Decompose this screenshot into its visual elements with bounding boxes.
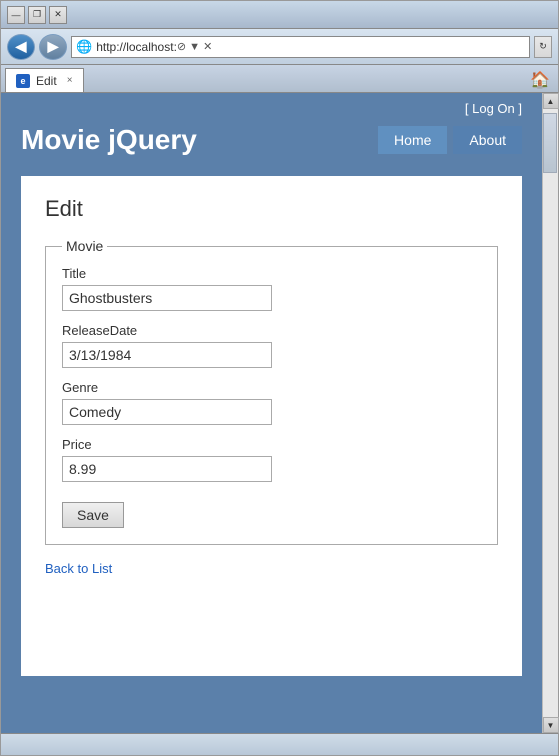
title-input[interactable]: [62, 285, 272, 311]
back-button[interactable]: ◀: [7, 34, 35, 60]
active-tab[interactable]: e Edit ×: [5, 68, 84, 92]
nav-home-button[interactable]: Home: [378, 126, 447, 154]
home-button[interactable]: 🏠: [526, 68, 554, 92]
nav-links: Home About: [378, 126, 522, 154]
title-group: Title: [62, 266, 481, 311]
favicon-letter: e: [20, 76, 25, 86]
scroll-up-button[interactable]: ▲: [543, 93, 559, 109]
price-input[interactable]: [62, 456, 272, 482]
scroll-track[interactable]: [543, 109, 558, 717]
minimize-button[interactable]: —: [7, 6, 25, 24]
scroll-thumb[interactable]: [543, 113, 557, 173]
site-header: Movie jQuery Home About: [1, 120, 542, 164]
site-title: Movie jQuery: [21, 124, 197, 156]
release-date-label: ReleaseDate: [62, 323, 481, 338]
tab-label: Edit: [36, 74, 57, 88]
title-bar-left: — ❐ ✕: [7, 6, 67, 24]
address-bar-input-wrap: 🌐 http://localhost: ⊘ ▼ ✕: [71, 36, 530, 58]
address-text-extra: ⊘ ▼ ✕: [177, 40, 212, 53]
page-header: [ Log On ]: [1, 93, 542, 120]
genre-label: Genre: [62, 380, 481, 395]
genre-group: Genre: [62, 380, 481, 425]
nav-about-button[interactable]: About: [453, 126, 522, 154]
save-button[interactable]: Save: [62, 502, 124, 528]
status-bar: [1, 733, 558, 755]
fieldset-legend: Movie: [62, 238, 107, 254]
scrollbar: ▲ ▼: [542, 93, 558, 733]
tab-bar: e Edit × 🏠: [1, 65, 558, 93]
price-group: Price: [62, 437, 481, 482]
browser-content-area: [ Log On ] Movie jQuery Home About: [1, 93, 558, 733]
address-favicon: 🌐: [76, 39, 92, 55]
title-label: Title: [62, 266, 481, 281]
address-bar: ◀ ▶ 🌐 http://localhost: ⊘ ▼ ✕ ↻: [1, 29, 558, 65]
browser-window: — ❐ ✕ ◀ ▶ 🌐 http://localhost: ⊘ ▼ ✕ ↻ e …: [0, 0, 559, 756]
log-on-link[interactable]: [ Log On ]: [465, 101, 522, 116]
tab-favicon: e: [16, 74, 30, 88]
forward-button[interactable]: ▶: [39, 34, 67, 60]
browser-content: [ Log On ] Movie jQuery Home About: [1, 93, 542, 733]
page: [ Log On ] Movie jQuery Home About: [1, 93, 542, 733]
log-on-text: [ Log On ]: [465, 101, 522, 116]
movie-fieldset: Movie Title ReleaseDate Genre: [45, 238, 498, 545]
page-body: Edit Movie Title ReleaseDate Genre: [21, 176, 522, 676]
back-to-list-link[interactable]: Back to List: [45, 561, 498, 576]
title-bar: — ❐ ✕: [1, 1, 558, 29]
scroll-down-button[interactable]: ▼: [543, 717, 559, 733]
tab-close-icon[interactable]: ×: [67, 75, 73, 86]
maximize-button[interactable]: ❐: [28, 6, 46, 24]
address-text[interactable]: http://localhost:: [96, 40, 177, 54]
price-label: Price: [62, 437, 481, 452]
release-date-input[interactable]: [62, 342, 272, 368]
release-date-group: ReleaseDate: [62, 323, 481, 368]
page-heading: Edit: [45, 196, 498, 222]
close-button[interactable]: ✕: [49, 6, 67, 24]
genre-input[interactable]: [62, 399, 272, 425]
refresh-button[interactable]: ↻: [534, 36, 552, 58]
